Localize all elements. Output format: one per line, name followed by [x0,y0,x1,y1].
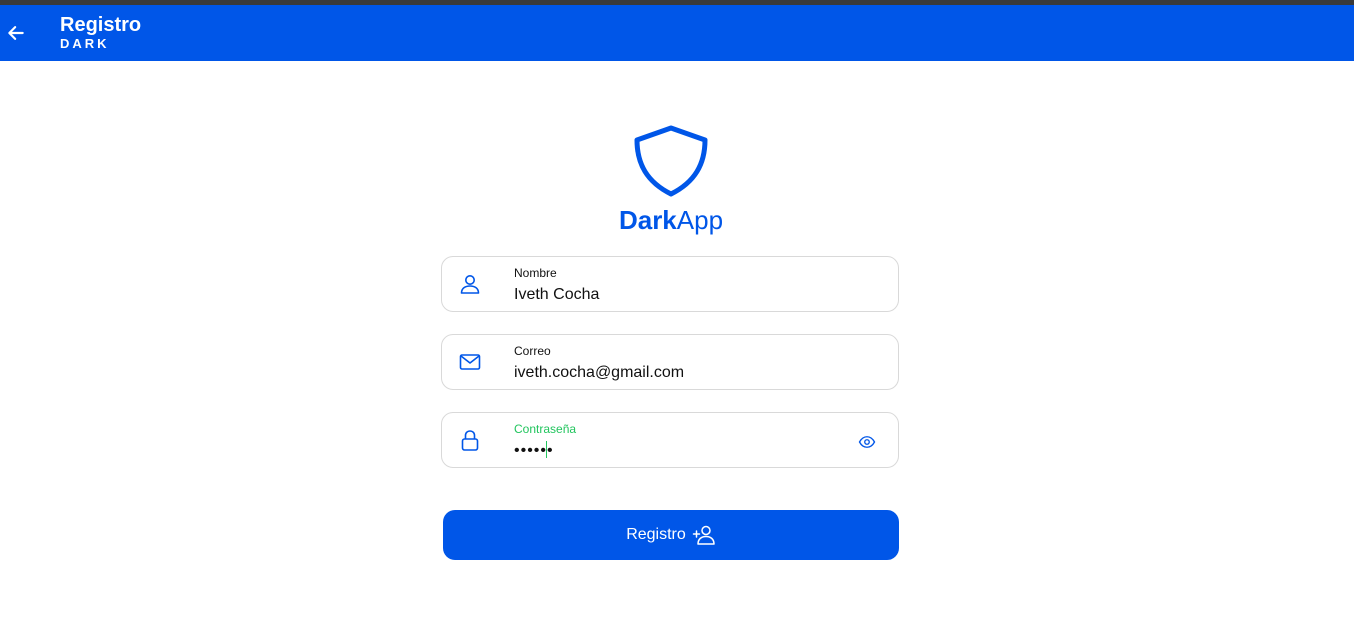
eye-icon[interactable] [858,433,876,451]
password-label: Contraseña [514,422,577,436]
email-field[interactable]: Correo [441,334,899,390]
password-field[interactable]: Contraseña •••••• [441,412,899,468]
user-plus-icon [692,525,715,545]
email-label: Correo [514,344,551,358]
page-subtitle: DARK [60,36,110,51]
email-input[interactable] [514,363,844,383]
name-input[interactable] [514,285,844,305]
app-bar: Registro DARK [0,5,1354,61]
name-field[interactable]: Nombre [441,256,899,312]
arrow-left-icon [8,26,24,40]
password-input[interactable]: •••••• [514,441,844,461]
shield-icon [634,125,708,197]
brand-name-regular: App [676,205,724,235]
user-icon [460,275,480,294]
envelope-icon [459,354,481,370]
back-button[interactable] [4,19,28,47]
register-button[interactable]: Registro [443,510,899,560]
brand-name: DarkApp [0,204,1342,236]
name-label: Nombre [514,266,557,280]
text-caret [546,441,547,458]
brand-name-bold: Dark [618,205,677,235]
page-title: Registro [60,14,142,36]
lock-icon [461,430,479,451]
register-button-label: Registro [626,526,686,543]
